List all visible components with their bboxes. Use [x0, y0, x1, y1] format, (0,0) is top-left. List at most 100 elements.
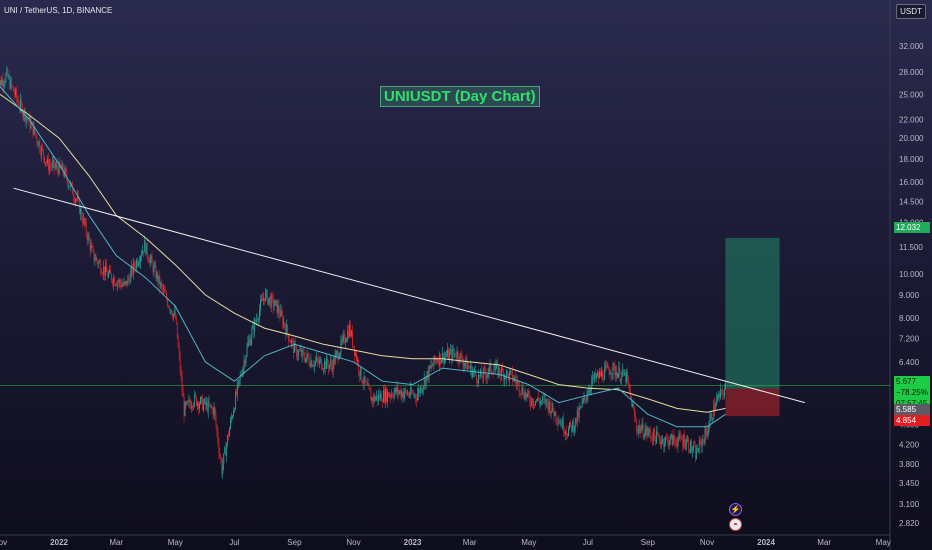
- candle-body: [701, 439, 703, 447]
- candle-body: [167, 299, 169, 307]
- candle-body: [227, 435, 229, 445]
- flag-icon[interactable]: ◓: [729, 518, 742, 531]
- candle-body: [311, 360, 313, 367]
- candle-body: [187, 401, 189, 402]
- x-tick-label: 2024: [757, 538, 775, 547]
- candle-body: [544, 398, 546, 405]
- candle-body: [398, 392, 400, 394]
- candle-body: [539, 400, 540, 404]
- candle-body: [287, 324, 289, 334]
- candle-body: [301, 349, 303, 356]
- candle-body: [465, 357, 467, 363]
- candle-body: [201, 396, 202, 398]
- candle-body: [449, 349, 451, 353]
- candle-body: [5, 74, 7, 82]
- candle-body: [424, 377, 426, 386]
- candle-body: [370, 391, 372, 401]
- candle-body: [265, 292, 266, 301]
- candle-body: [353, 345, 354, 347]
- candle-body: [413, 393, 414, 396]
- candle-body: [47, 158, 48, 163]
- y-tick-label: 3.100: [899, 500, 920, 509]
- candle-body: [688, 439, 690, 450]
- candle-body: [237, 380, 239, 384]
- candle-body: [576, 411, 578, 423]
- y-tick-label: 16.000: [899, 178, 924, 187]
- candle-body: [96, 257, 98, 262]
- candle-body: [18, 100, 19, 106]
- candle-body: [142, 250, 144, 253]
- candle-body: [648, 429, 650, 433]
- candle-body: [220, 456, 222, 461]
- candle-body: [247, 342, 249, 347]
- candle-body: [164, 289, 166, 293]
- candle-body: [168, 306, 169, 307]
- candle-body: [291, 340, 292, 344]
- candle-body: [249, 339, 251, 346]
- candle-body: [609, 373, 611, 375]
- candle-body: [708, 427, 710, 431]
- candle-body: [216, 425, 218, 432]
- currency-badge[interactable]: USDT: [896, 4, 926, 19]
- candle-body: [108, 273, 109, 277]
- candle-body: [56, 164, 58, 169]
- candle-body: [606, 365, 608, 367]
- candle-body: [581, 401, 583, 407]
- candle-body: [289, 340, 291, 342]
- candle-body: [330, 360, 332, 366]
- candle-body: [553, 411, 555, 417]
- candle-body: [396, 387, 398, 393]
- candle-body: [670, 434, 672, 437]
- candle-body: [633, 408, 635, 417]
- last-price-change: −78.25%: [896, 388, 928, 397]
- candle-body: [589, 389, 591, 391]
- candle-body: [374, 395, 376, 401]
- candle-body: [541, 400, 542, 402]
- y-tick-label: 22.000: [899, 115, 924, 124]
- candle-body: [534, 404, 536, 405]
- candle-body: [112, 277, 114, 284]
- candle-body: [261, 299, 262, 301]
- candle-body: [653, 429, 655, 442]
- x-tick-label: 2023: [404, 538, 422, 547]
- candle-body: [272, 297, 274, 308]
- candle-body: [585, 398, 587, 401]
- candle-body: [192, 406, 194, 407]
- candle-body: [74, 198, 76, 202]
- bolt-icon[interactable]: ⚡: [729, 503, 742, 516]
- candle-body: [263, 298, 264, 301]
- candle-body: [568, 428, 569, 437]
- candle-body: [651, 437, 653, 439]
- candle-body: [226, 444, 228, 456]
- price-chart[interactable]: 2.8203.1003.4503.8004.2004.6505.2005.800…: [0, 0, 932, 550]
- candle-body: [463, 363, 465, 366]
- candle-body: [623, 369, 625, 376]
- candle-body: [318, 360, 320, 364]
- candle-body: [472, 371, 474, 377]
- candle-body: [556, 419, 558, 422]
- candle-body: [612, 363, 614, 374]
- candle-body: [327, 364, 329, 369]
- candle-body: [189, 399, 191, 404]
- candle-body: [507, 370, 508, 374]
- candle-body: [393, 392, 395, 398]
- candle-body: [137, 260, 138, 266]
- candle-body: [90, 245, 92, 251]
- candle-body: [718, 394, 720, 397]
- candle-body: [175, 318, 177, 323]
- candle-body: [631, 395, 632, 407]
- candle-body: [11, 79, 13, 86]
- candle-body: [481, 376, 483, 379]
- candle-body: [488, 366, 490, 374]
- candle-body: [571, 425, 572, 432]
- candle-body: [19, 99, 21, 108]
- candle-body: [608, 369, 610, 375]
- candle-body: [664, 437, 666, 443]
- candle-body: [706, 432, 708, 436]
- candle-body: [6, 69, 8, 75]
- candle-body: [254, 319, 256, 333]
- candle-body: [125, 280, 127, 284]
- candle-body: [210, 404, 212, 408]
- candle-body: [582, 399, 584, 402]
- candle-body: [46, 162, 47, 163]
